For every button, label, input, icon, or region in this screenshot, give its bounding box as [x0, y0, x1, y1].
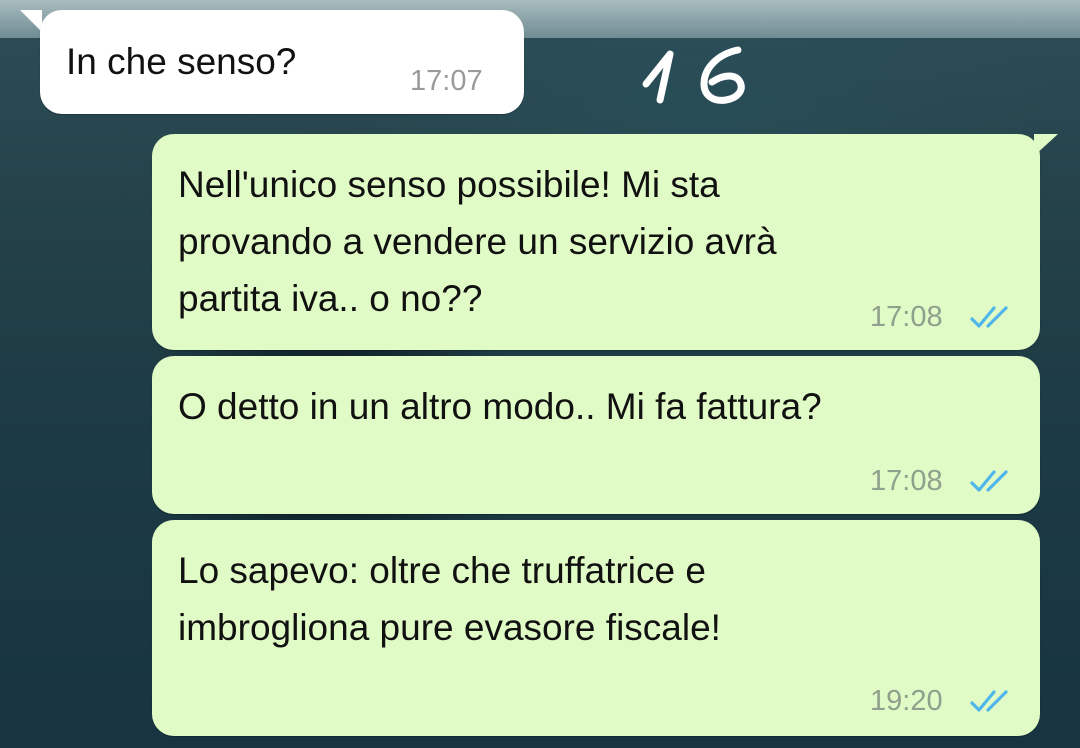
message-time: 17:08	[870, 301, 943, 333]
message-line: Lo sapevo: oltre che truffatrice e	[178, 550, 706, 591]
incoming-message-bubble[interactable]: In che senso? 17:07	[40, 10, 524, 114]
message-time: 17:07	[410, 65, 483, 97]
message-line: provando a vendere un servizio avrà	[178, 221, 777, 262]
double-check-icon	[970, 306, 1008, 328]
message-text: In che senso?	[66, 41, 297, 82]
outgoing-message-bubble[interactable]: Lo sapevo: oltre che truffatrice e imbro…	[152, 520, 1040, 736]
handwritten-number-overlay	[642, 46, 745, 104]
double-check-icon	[970, 470, 1008, 492]
outgoing-message-bubble[interactable]: O detto in un altro modo.. Mi fa fattura…	[152, 356, 1040, 514]
message-line: Nell'unico senso possibile! Mi sta	[178, 164, 720, 205]
message-line: O detto in un altro modo.. Mi fa fattura…	[178, 386, 822, 427]
outgoing-message-bubble[interactable]: Nell'unico senso possibile! Mi sta prova…	[152, 134, 1040, 350]
message-line: partita iva.. o no??	[178, 278, 483, 319]
double-check-icon	[970, 690, 1008, 712]
message-line: imbrogliona pure evasore fiscale!	[178, 607, 721, 648]
message-time: 19:20	[870, 685, 943, 717]
message-time: 17:08	[870, 465, 943, 497]
incoming-bubble-tail	[20, 10, 42, 32]
